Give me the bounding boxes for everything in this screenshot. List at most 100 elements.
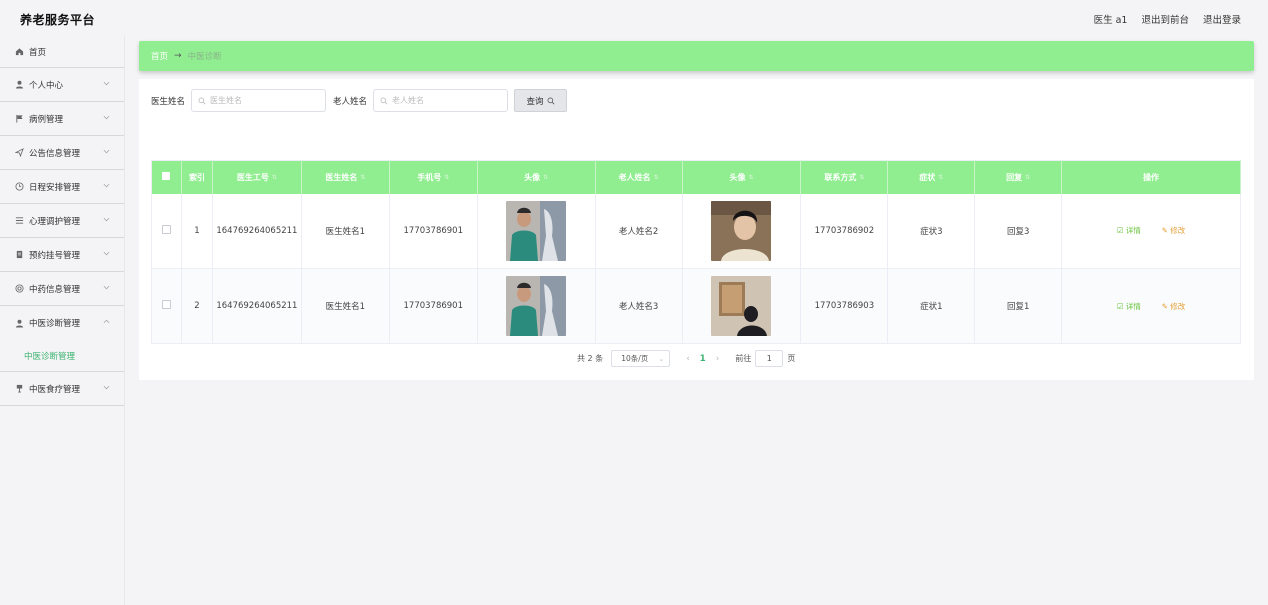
elder-name-field[interactable] bbox=[373, 89, 509, 112]
sort-icon: ⇅ bbox=[748, 173, 754, 181]
flag-icon bbox=[14, 114, 24, 124]
sort-icon: ⇅ bbox=[1025, 173, 1031, 181]
sidebar-subitem-diagnosis[interactable]: 中医诊断管理 bbox=[0, 340, 124, 372]
chevron-down-icon bbox=[103, 81, 110, 86]
column-header: 操作 bbox=[1061, 160, 1241, 194]
cell-doctor-no: 164769264065211 bbox=[212, 268, 302, 344]
cell-elder-name: 老人姓名3 bbox=[595, 268, 683, 344]
cell-actions: ☑ 详情 ✎ 修改 bbox=[1061, 193, 1241, 269]
top-nav: 医生 a1 退出到前台 退出登录 bbox=[1094, 12, 1241, 26]
chevron-down-icon bbox=[103, 149, 110, 154]
cell-phone: 17703786901 bbox=[389, 193, 478, 269]
edit-button[interactable]: ✎ 修改 bbox=[1162, 226, 1186, 235]
sidebar-item-psych[interactable]: 心理调护管理 bbox=[0, 204, 124, 238]
row-checkbox[interactable] bbox=[151, 268, 182, 344]
chevron-down-icon bbox=[103, 285, 110, 290]
query-button[interactable]: 查询 bbox=[514, 89, 568, 112]
row-checkbox[interactable] bbox=[151, 193, 182, 269]
page-suffix: 页 bbox=[787, 354, 796, 363]
exit-to-front-link[interactable]: 退出到前台 bbox=[1141, 12, 1189, 26]
sort-icon: ⇅ bbox=[653, 173, 659, 181]
sidebar-item-cases[interactable]: 病例管理 bbox=[0, 102, 124, 136]
doctor-name-input[interactable] bbox=[210, 96, 321, 105]
cell-phone: 17703786901 bbox=[389, 268, 478, 344]
sidebar: 首页 个人中心 病例管理 公告信息管理 日程安排管理 心理调护管理 预约挂号管理… bbox=[0, 36, 125, 605]
elder-avatar-image[interactable] bbox=[711, 276, 772, 336]
arrow-right-icon: → bbox=[174, 51, 182, 61]
sort-icon: ⇅ bbox=[360, 173, 366, 181]
search-form: 医生姓名 老人姓名 查询 bbox=[151, 89, 568, 112]
doctor-avatar-image[interactable] bbox=[506, 200, 567, 261]
column-header: 索引 bbox=[181, 160, 213, 194]
clock-icon bbox=[14, 182, 24, 192]
sidebar-item-label: 中药信息管理 bbox=[29, 284, 81, 295]
select-all-checkbox[interactable] bbox=[151, 160, 182, 194]
elder-avatar-image[interactable] bbox=[711, 200, 772, 261]
cell-doctor-no: 164769264065211 bbox=[212, 193, 302, 269]
column-header[interactable]: 老人姓名 ⇅ bbox=[595, 160, 683, 194]
breadcrumb-home[interactable]: 首页 bbox=[151, 50, 168, 62]
column-header[interactable]: 回复 ⇅ bbox=[974, 160, 1063, 194]
column-header[interactable]: 联系方式 ⇅ bbox=[800, 160, 889, 194]
sidebar-item-appointment[interactable]: 预约挂号管理 bbox=[0, 238, 124, 272]
target-icon bbox=[14, 284, 24, 294]
column-header[interactable]: 手机号 ⇅ bbox=[389, 160, 478, 194]
page-number[interactable]: 1 bbox=[700, 354, 706, 364]
sidebar-item-label: 中医食疗管理 bbox=[29, 384, 81, 395]
prev-page-button[interactable]: ‹ bbox=[686, 354, 690, 364]
detail-button[interactable]: ☑ 详情 bbox=[1117, 226, 1141, 235]
query-button-label: 查询 bbox=[526, 96, 544, 107]
column-header[interactable]: 症状 ⇅ bbox=[887, 160, 976, 194]
home-icon bbox=[14, 47, 24, 57]
cell-contact: 17703786902 bbox=[800, 193, 889, 269]
current-user: 医生 a1 bbox=[1093, 15, 1128, 26]
breadcrumb-current: 中医诊断 bbox=[187, 52, 222, 62]
elder-name-input[interactable] bbox=[392, 96, 503, 105]
sidebar-item-herbs[interactable]: 中药信息管理 bbox=[0, 272, 124, 306]
sidebar-item-diagnosis[interactable]: 中医诊断管理 bbox=[0, 306, 124, 340]
cell-elder-avatar bbox=[682, 268, 802, 344]
doctor-avatar-image[interactable] bbox=[506, 276, 567, 336]
elder-name-label: 老人姓名 bbox=[333, 96, 368, 107]
sort-icon: ⇅ bbox=[271, 173, 277, 181]
column-header[interactable]: 头像 ⇅ bbox=[477, 160, 596, 194]
top-bar: 养老服务平台 医生 a1 退出到前台 退出登录 bbox=[0, 0, 1268, 36]
list-icon bbox=[14, 216, 24, 226]
column-header[interactable]: 医生姓名 ⇅ bbox=[301, 160, 390, 194]
column-header[interactable]: 医生工号 ⇅ bbox=[212, 160, 302, 194]
search-icon bbox=[380, 97, 388, 104]
chevron-down-icon bbox=[103, 385, 110, 390]
column-header[interactable]: 头像 ⇅ bbox=[682, 160, 802, 194]
sidebar-item-home[interactable]: 首页 bbox=[0, 36, 124, 68]
chevron-down-icon bbox=[103, 115, 110, 120]
sidebar-item-schedule[interactable]: 日程安排管理 bbox=[0, 170, 124, 204]
document-icon: ☑ bbox=[1116, 226, 1126, 236]
detail-button[interactable]: ☑ 详情 bbox=[1117, 302, 1141, 311]
cell-symptom: 症状3 bbox=[887, 193, 976, 269]
app-title: 养老服务平台 bbox=[20, 13, 96, 27]
next-page-button[interactable]: › bbox=[716, 354, 720, 364]
cell-actions: ☑ 详情 ✎ 修改 bbox=[1061, 268, 1241, 344]
diagnosis-table: 索引 医生工号 ⇅ 医生姓名 ⇅ 手机号 ⇅ 头像 ⇅ 老人姓名 ⇅ 头像 ⇅ 联系方式 ⇅ … bbox=[151, 160, 1241, 344]
sidebar-item-label: 日程安排管理 bbox=[29, 182, 81, 193]
search-icon bbox=[547, 97, 555, 104]
goto-page-input[interactable]: 1 bbox=[755, 350, 784, 367]
cell-elder-avatar bbox=[682, 193, 802, 269]
sidebar-item-diet[interactable]: 中医食疗管理 bbox=[0, 372, 124, 406]
sidebar-item-personal[interactable]: 个人中心 bbox=[0, 68, 124, 102]
logout-link[interactable]: 退出登录 bbox=[1203, 12, 1241, 26]
sidebar-item-label: 公告信息管理 bbox=[29, 148, 81, 159]
page-size-select[interactable]: 10条/页 ⌄ bbox=[611, 350, 671, 367]
sidebar-item-label: 中医诊断管理 bbox=[29, 319, 81, 329]
doctor-name-field[interactable] bbox=[191, 89, 327, 112]
search-icon bbox=[198, 97, 206, 104]
sort-icon: ⇅ bbox=[859, 173, 865, 181]
cell-symptom: 症状1 bbox=[887, 268, 976, 344]
cell-index: 2 bbox=[181, 268, 213, 344]
cell-reply: 回复1 bbox=[974, 268, 1063, 344]
edit-button[interactable]: ✎ 修改 bbox=[1162, 302, 1186, 311]
chevron-down-icon: ⌄ bbox=[658, 355, 665, 363]
sort-icon: ⇅ bbox=[938, 173, 944, 181]
table-header-row: 索引 医生工号 ⇅ 医生姓名 ⇅ 手机号 ⇅ 头像 ⇅ 老人姓名 ⇅ 头像 ⇅ 联系方式 ⇅ … bbox=[151, 160, 1241, 194]
sidebar-item-notice[interactable]: 公告信息管理 bbox=[0, 136, 124, 170]
